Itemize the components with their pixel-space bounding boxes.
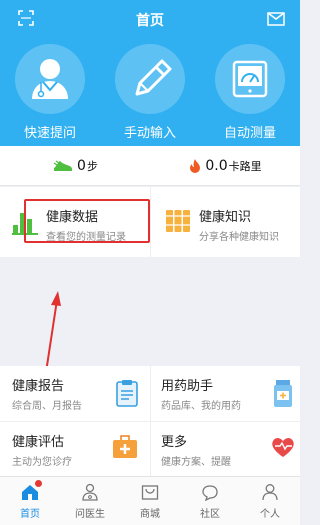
heart-icon (272, 438, 294, 457)
auto-measure-circle (215, 44, 285, 114)
medical-kit-icon (113, 435, 137, 458)
person-icon (262, 484, 278, 501)
notification-dot (35, 480, 42, 487)
quick-ask-button[interactable]: 快速提问 (0, 44, 100, 146)
medicine-assistant-subtitle: 药品库、我的用药 (161, 401, 241, 412)
tab-personal[interactable]: 个人 (240, 477, 300, 525)
mail-icon[interactable] (267, 12, 285, 26)
doctor-icon (32, 59, 68, 99)
tab-shop[interactable]: 商城 (120, 477, 180, 525)
quick-ask-circle (15, 44, 85, 114)
health-knowledge-subtitle: 分享各种健康知识 (199, 232, 279, 243)
pill-bottle-icon (274, 380, 292, 407)
tab-community[interactable]: 社区 (180, 477, 240, 525)
calories-stat[interactable]: 0.0 卡路里 (150, 146, 300, 186)
tab-home[interactable]: 首页 (0, 477, 60, 525)
tab-ask-doctor-label: 问医生 (75, 509, 105, 520)
doctor-icon (82, 483, 98, 501)
tab-personal-label: 个人 (260, 509, 280, 520)
medicine-assistant-card[interactable]: 用药助手 药品库、我的用药 (150, 366, 300, 421)
books-icon (166, 210, 190, 232)
health-knowledge-title: 健康知识 (199, 210, 252, 225)
pencil-icon (135, 59, 172, 96)
feature-grid: 健康报告 综合周、月报告 用药助手 药品库、我的用药 健康评估 主动为您诊疗 更… (0, 366, 300, 476)
bottom-tab-bar: 首页 问医生 商城 社区 个人 (0, 476, 300, 525)
health-assessment-title: 健康评估 (12, 435, 65, 450)
chat-icon (202, 485, 218, 501)
health-report-subtitle: 综合周、月报告 (12, 401, 82, 412)
health-report-card[interactable]: 健康报告 综合周、月报告 (0, 366, 150, 421)
health-knowledge-card[interactable]: 健康知识 分享各种健康知识 (150, 187, 300, 257)
top-bar: 首页 (0, 0, 300, 38)
steps-unit: 步 (86, 160, 98, 173)
health-assessment-subtitle: 主动为您诊疗 (12, 457, 72, 468)
auto-measure-label: 自动测量 (223, 126, 276, 141)
calories-value: 0.0 (205, 158, 228, 174)
page-title: 首页 (136, 13, 164, 29)
clipboard-icon (116, 380, 138, 407)
health-report-title: 健康报告 (12, 379, 65, 394)
shoe-icon (53, 160, 73, 171)
manual-input-button[interactable]: 手动输入 (100, 44, 200, 146)
highlight-box (24, 199, 150, 243)
steps-value: 0 (77, 158, 86, 174)
health-data-card[interactable]: 健康数据 查看您的测量记录 (0, 187, 150, 257)
more-card[interactable]: 更多 健康方案、提醒 (150, 421, 300, 476)
header: 首页 快速提问 手动输入 自动测量 (0, 0, 300, 146)
flame-icon (190, 159, 201, 173)
more-title: 更多 (161, 435, 188, 450)
calories-unit: 卡路里 (228, 160, 262, 173)
shop-icon (141, 485, 159, 500)
stats-bar: 0 步 0.0 卡路里 (0, 146, 300, 186)
tab-community-label: 社区 (200, 509, 220, 520)
tab-ask-doctor[interactable]: 问医生 (60, 477, 120, 525)
auto-measure-button[interactable]: 自动测量 (200, 44, 300, 146)
health-section: 健康数据 查看您的测量记录 健康知识 分享各种健康知识 (0, 187, 300, 257)
manual-input-label: 手动输入 (123, 126, 176, 141)
gauge-icon (232, 60, 268, 98)
health-assessment-card[interactable]: 健康评估 主动为您诊疗 (0, 421, 150, 476)
steps-stat[interactable]: 0 步 (0, 146, 150, 186)
quick-ask-label: 快速提问 (23, 126, 76, 141)
tab-home-label: 首页 (20, 509, 40, 520)
manual-input-circle (115, 44, 185, 114)
tab-shop-label: 商城 (140, 509, 160, 520)
more-subtitle: 健康方案、提醒 (161, 457, 231, 468)
medicine-assistant-title: 用药助手 (161, 379, 214, 394)
